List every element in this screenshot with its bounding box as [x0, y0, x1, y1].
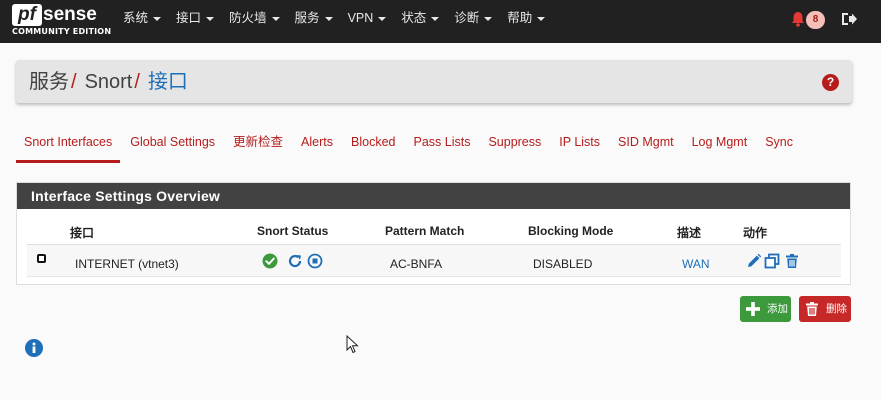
column-header-description: 描述 — [677, 226, 702, 240]
caret-down-icon — [484, 16, 493, 21]
main-menu: 系统 接口 防火墙 服务 VPN 状态 诊断 帮助 — [123, 0, 560, 43]
logo-pf: pf — [12, 4, 42, 26]
plus-icon — [746, 302, 760, 316]
trash-icon[interactable] — [784, 253, 800, 269]
breadcrumb-interfaces[interactable]: 接口 — [148, 71, 188, 93]
column-header-blocking-mode: Blocking Mode — [528, 224, 614, 238]
caret-down-icon — [206, 16, 215, 21]
notification-badge[interactable]: 8 — [806, 11, 825, 29]
column-header-pattern-match: Pattern Match — [385, 224, 465, 238]
add-button[interactable]: 添加 — [740, 296, 791, 322]
stop-circle-icon[interactable] — [307, 253, 323, 269]
breadcrumb-separator: / — [134, 71, 140, 93]
restart-icon[interactable] — [287, 253, 303, 269]
caret-down-icon — [378, 16, 387, 21]
interface-settings-panel: Interface Settings Overview 接口 Snort Sta… — [16, 182, 851, 285]
cell-blocking-mode: DISABLED — [533, 257, 593, 271]
top-navbar: pf sense COMMUNITY EDITION 系统 接口 防火墙 服务 … — [0, 0, 881, 43]
tab-sync[interactable]: Sync — [757, 132, 801, 164]
check-circle-icon — [262, 253, 278, 269]
info-icon[interactable] — [25, 339, 43, 357]
copy-icon[interactable] — [764, 253, 780, 269]
snort-tabs: Snort Interfaces Global Settings 更新检查 Al… — [16, 132, 803, 164]
menu-vpn[interactable]: VPN — [348, 0, 387, 43]
tab-sid-mgmt[interactable]: SID Mgmt — [610, 132, 682, 164]
tab-updates[interactable]: 更新检查 — [225, 132, 291, 164]
caret-down-icon — [271, 16, 280, 21]
pfsense-logo[interactable]: pf sense COMMUNITY EDITION — [10, 4, 112, 40]
tab-log-mgmt[interactable]: Log Mgmt — [684, 132, 756, 164]
tab-alerts[interactable]: Alerts — [293, 132, 341, 164]
pencil-icon[interactable] — [746, 253, 762, 269]
panel-title: Interface Settings Overview — [17, 183, 850, 209]
tab-global-settings[interactable]: Global Settings — [122, 132, 223, 164]
cell-interface: INTERNET (vtnet3) — [75, 257, 179, 271]
menu-interfaces[interactable]: 接口 — [176, 0, 215, 43]
tab-snort-interfaces[interactable]: Snort Interfaces — [16, 132, 121, 164]
logo-sense: sense — [43, 4, 97, 25]
breadcrumb-services[interactable]: 服务 — [29, 71, 69, 93]
menu-status[interactable]: 状态 — [401, 0, 440, 43]
column-header-snort-status: Snort Status — [257, 224, 329, 238]
breadcrumb-panel: 服务 / Snort / 接口 ? — [16, 60, 852, 103]
column-header-interface: 接口 — [70, 226, 95, 240]
caret-down-icon — [324, 16, 333, 21]
logout-icon[interactable] — [840, 10, 858, 28]
tab-blocked[interactable]: Blocked — [343, 132, 403, 164]
delete-button-label: 删除 — [826, 303, 847, 315]
column-header-actions: 动作 — [743, 226, 768, 240]
mouse-cursor-icon — [346, 335, 359, 354]
help-icon[interactable]: ? — [822, 74, 839, 91]
delete-button[interactable]: 删除 — [799, 296, 851, 322]
cell-description[interactable]: WAN — [682, 257, 710, 271]
caret-down-icon — [537, 16, 546, 21]
cell-pattern-match: AC-BNFA — [390, 257, 443, 271]
menu-system[interactable]: 系统 — [123, 0, 162, 43]
row-checkbox[interactable] — [37, 254, 46, 263]
breadcrumb: 服务 / Snort / 接口 — [29, 69, 188, 95]
trash-icon — [806, 302, 818, 316]
tab-ip-lists[interactable]: IP Lists — [551, 132, 608, 164]
caret-down-icon — [431, 16, 440, 21]
breadcrumb-separator: / — [71, 71, 77, 93]
breadcrumb-snort[interactable]: Snort — [85, 71, 133, 93]
add-button-label: 添加 — [767, 303, 788, 315]
bell-icon[interactable] — [789, 10, 807, 28]
menu-help[interactable]: 帮助 — [507, 0, 546, 43]
tab-suppress[interactable]: Suppress — [480, 132, 549, 164]
menu-services[interactable]: 服务 — [295, 0, 333, 43]
menu-firewall[interactable]: 防火墙 — [229, 0, 280, 43]
tab-pass-lists[interactable]: Pass Lists — [405, 132, 478, 164]
menu-diagnostics[interactable]: 诊断 — [454, 0, 493, 43]
logo-edition: COMMUNITY EDITION — [12, 27, 112, 36]
caret-down-icon — [153, 16, 162, 21]
table-row: INTERNET (vtnet3) AC-BNFA DISABLED WAN — [27, 245, 841, 277]
